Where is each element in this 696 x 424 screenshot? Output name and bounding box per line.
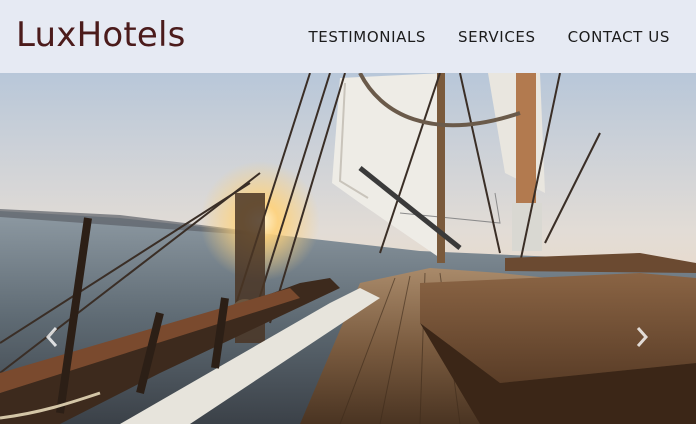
hero-carousel	[0, 73, 696, 424]
nav-link-testimonials[interactable]: TESTIMONIALS	[309, 28, 426, 46]
carousel-prev-button[interactable]	[40, 323, 64, 351]
nav-menu: TESTIMONIALS SERVICES CONTACT US	[309, 28, 670, 46]
chevron-right-icon	[635, 326, 649, 348]
carousel-next-button[interactable]	[630, 323, 654, 351]
brand-logo[interactable]: LuxHotels	[16, 13, 186, 57]
nav-link-services[interactable]: SERVICES	[458, 28, 536, 46]
chevron-left-icon	[45, 326, 59, 348]
nav-link-contact-us[interactable]: CONTACT US	[568, 28, 670, 46]
navbar: LuxHotels TESTIMONIALS SERVICES CONTACT …	[0, 0, 696, 73]
hero-sailboat-image	[0, 73, 696, 424]
